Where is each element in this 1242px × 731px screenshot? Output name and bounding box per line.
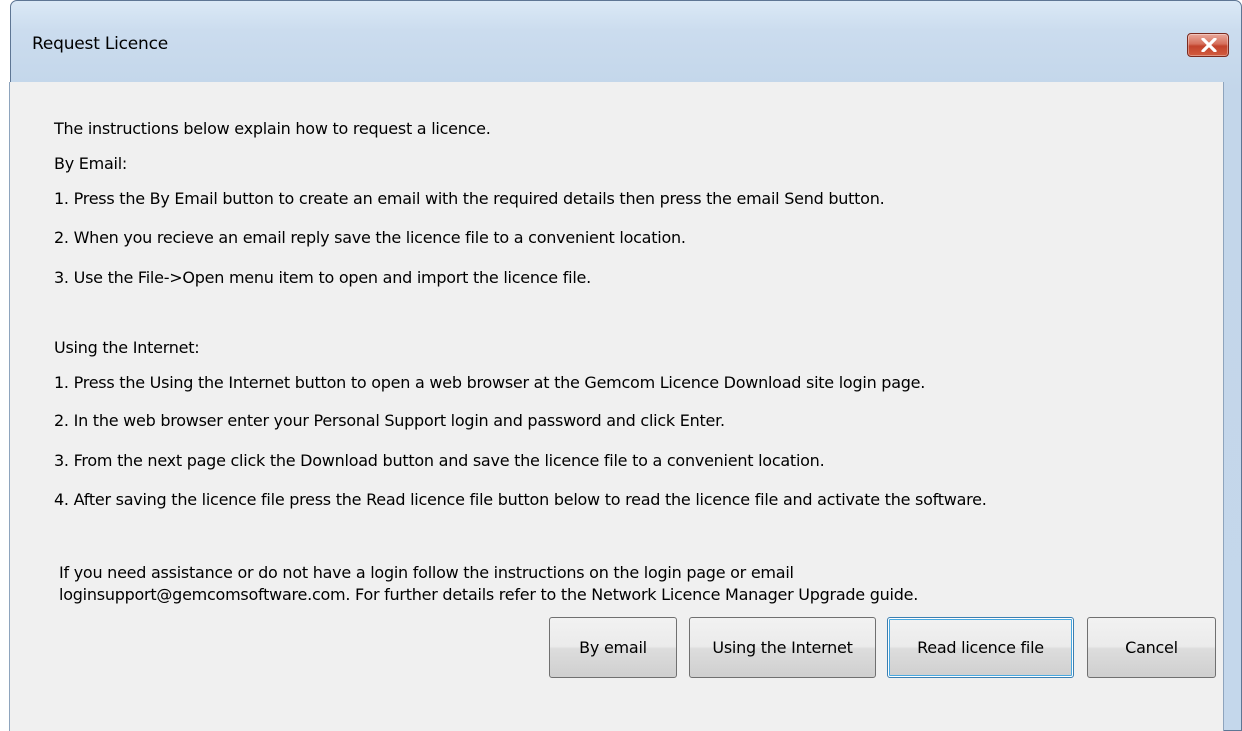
intro-text: The instructions below explain how to re… bbox=[54, 119, 491, 138]
internet-step-1: 1. Press the Using the Internet button t… bbox=[54, 373, 926, 392]
title-bar[interactable]: Request Licence bbox=[11, 1, 1241, 83]
internet-heading: Using the Internet: bbox=[54, 338, 200, 357]
internet-step-4: 4. After saving the licence file press t… bbox=[54, 490, 987, 509]
assistance-text-line-2: loginsupport@gemcomsoftware.com. For fur… bbox=[59, 585, 919, 604]
email-heading: By Email: bbox=[54, 154, 128, 173]
read-licence-file-button[interactable]: Read licence file bbox=[887, 617, 1074, 678]
email-step-1: 1. Press the By Email button to create a… bbox=[54, 189, 885, 208]
close-button[interactable] bbox=[1187, 33, 1229, 57]
by-email-button[interactable]: By email bbox=[549, 617, 677, 678]
cancel-button[interactable]: Cancel bbox=[1087, 617, 1216, 678]
assistance-text-line-1: If you need assistance or do not have a … bbox=[59, 563, 794, 582]
internet-step-2: 2. In the web browser enter your Persona… bbox=[54, 411, 725, 430]
email-step-3: 3. Use the File->Open menu item to open … bbox=[54, 268, 591, 287]
close-icon bbox=[1201, 38, 1217, 52]
internet-step-3: 3. From the next page click the Download… bbox=[54, 451, 825, 470]
using-internet-button[interactable]: Using the Internet bbox=[689, 617, 876, 678]
email-step-2: 2. When you recieve an email reply save … bbox=[54, 228, 686, 247]
dialog-title: Request Licence bbox=[32, 34, 169, 54]
